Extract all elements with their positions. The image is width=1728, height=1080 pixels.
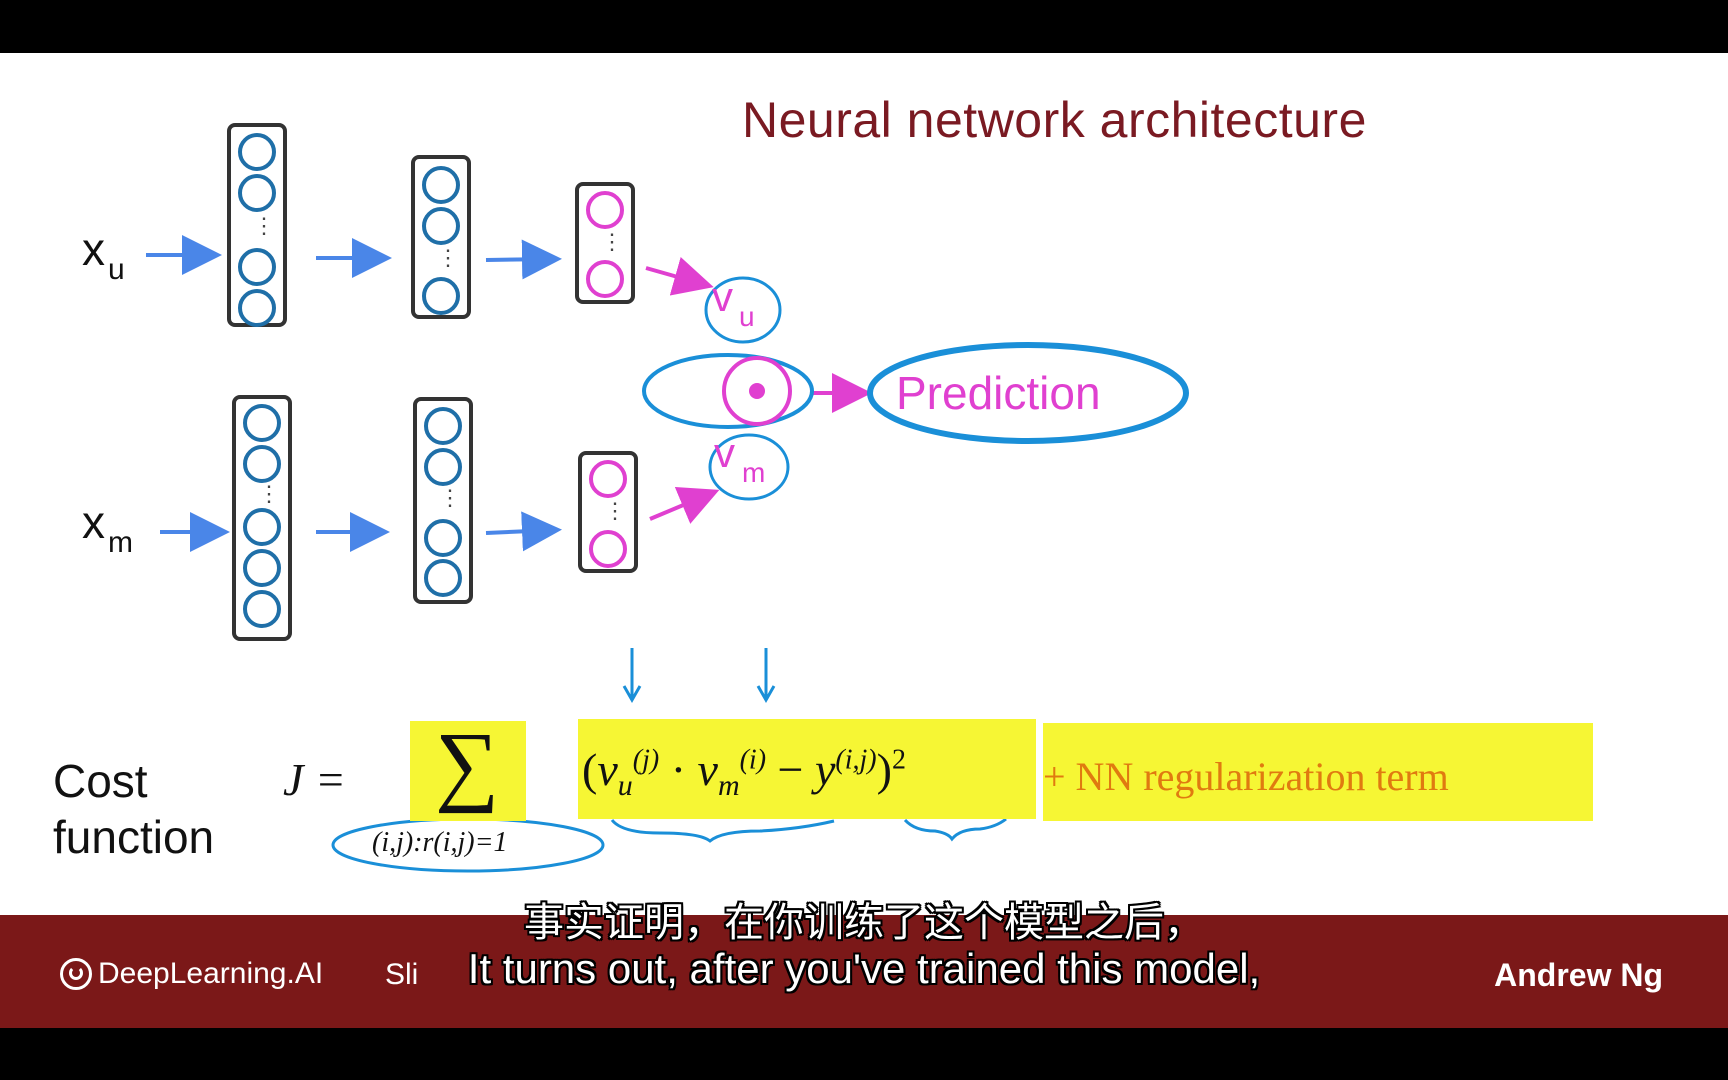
cost-term: (vu(j) · vm(i) − y(i,j))2 [582, 744, 906, 803]
svg-text:u: u [739, 301, 755, 332]
movie-layer-2: ⋮ [413, 397, 473, 604]
slide: x u x m ⋮ ⋮ ⋮ ⋮ ⋮ ⋮ v u v m Prediction N… [0, 53, 1728, 915]
svg-text:⋮: ⋮ [258, 481, 280, 506]
svg-text:⋮: ⋮ [601, 229, 623, 254]
neuron-node [238, 289, 276, 327]
arrow [649, 486, 720, 524]
underline-braces [610, 817, 1007, 843]
neuron-node [243, 590, 281, 628]
arrow [485, 239, 562, 280]
input-user-label: x u [82, 223, 125, 286]
regularization-term: + NN regularization term [1043, 754, 1449, 799]
svg-text:v: v [712, 273, 733, 320]
svg-text:m: m [742, 457, 765, 488]
neuron-node [589, 530, 627, 568]
neuron-node [424, 407, 462, 445]
prediction-node: Prediction [867, 342, 1189, 444]
user-layer-2: ⋮ [411, 155, 471, 319]
flow-arrows [146, 235, 562, 552]
sum-symbol: ∑ [435, 715, 500, 814]
movie-layer-1: ⋮ [232, 395, 292, 641]
svg-text:v: v [714, 429, 735, 476]
neuron-node [243, 445, 281, 483]
neuron-node [589, 460, 627, 498]
slide-title: Neural network architecture [742, 92, 1367, 148]
svg-text:⋮: ⋮ [253, 213, 275, 238]
neuron-node [424, 559, 462, 597]
arrow [622, 648, 642, 704]
cost-lhs: J = [283, 754, 346, 805]
neuron-node [422, 166, 460, 204]
svg-text:x: x [82, 496, 105, 548]
input-movie-label: x m [82, 496, 133, 559]
svg-text:Prediction: Prediction [896, 367, 1101, 419]
neuron-node [586, 260, 624, 298]
neuron-node [424, 519, 462, 557]
svg-text:x: x [82, 223, 105, 275]
svg-text:⋮: ⋮ [439, 485, 461, 510]
neuron-node [424, 448, 462, 486]
arrow [485, 511, 562, 552]
user-vector: v u [704, 273, 782, 344]
subtitle-english: It turns out, after you've trained this … [467, 945, 1261, 992]
subtitle-chinese: 事实证明，在你训练了这个模型之后， [524, 900, 1204, 946]
svg-text:⋮: ⋮ [437, 245, 459, 270]
neuron-node [422, 277, 460, 315]
neuron-node [238, 133, 276, 171]
arrow [645, 257, 714, 296]
neuron-node [238, 174, 276, 212]
user-layer-1: ⋮ [227, 123, 287, 327]
user-layer-3: ⋮ [575, 182, 635, 304]
sum-index: (i,j):r(i,j)=1 [372, 827, 508, 858]
svg-text:m: m [108, 526, 133, 559]
neuron-node [243, 549, 281, 587]
neuron-node [238, 248, 276, 286]
svg-text:u: u [108, 253, 125, 286]
svg-text:⋮: ⋮ [604, 498, 626, 523]
neuron-node [422, 207, 460, 245]
cost-function-label: Cost function [53, 755, 215, 863]
movie-vector: v m [708, 429, 790, 501]
arrow [756, 648, 776, 704]
movie-layer-3: ⋮ [578, 451, 638, 573]
dot-product [642, 353, 814, 429]
neuron-node [586, 191, 624, 229]
neuron-node [243, 404, 281, 442]
neuron-node [243, 508, 281, 546]
pointer-arrows [622, 648, 776, 704]
